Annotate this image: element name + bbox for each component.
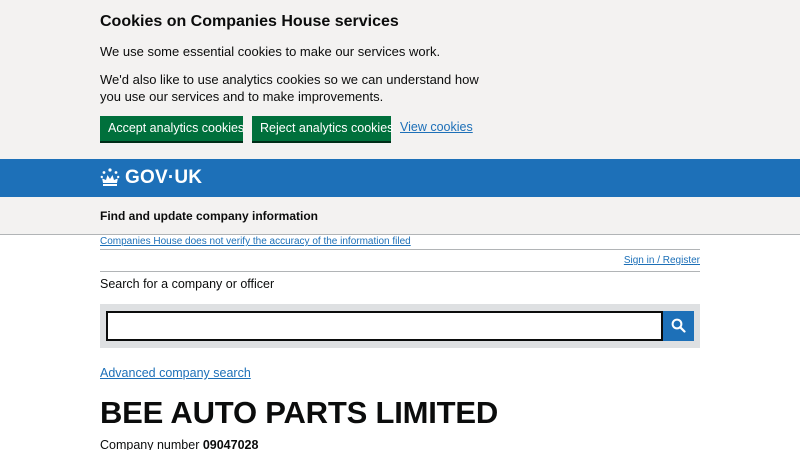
accept-analytics-cookies-button[interactable]: Accept analytics cookies	[100, 116, 244, 141]
govuk-header	[0, 159, 800, 197]
search-label: Search for a company or officer	[100, 277, 275, 291]
cookie-banner-paragraph-analytics: We'd also like to use analytics cookies …	[100, 72, 479, 104]
reject-analytics-cookies-button[interactable]: Reject analytics cookies	[252, 116, 393, 141]
govuk-logo[interactable]: GOV·UK	[125, 168, 202, 188]
accuracy-disclaimer-link[interactable]: Companies House does not verify the accu…	[100, 235, 411, 248]
company-number-value: 09047028	[202, 438, 259, 450]
view-cookies-link[interactable]: View cookies	[400, 120, 473, 134]
cookie-banner: Cookies on Companies House services We u…	[0, 0, 800, 159]
cookie-banner-paragraph-essential: We use some essential cookies to make ou…	[100, 44, 441, 59]
search-icon	[671, 318, 686, 333]
service-name-link[interactable]: Find and update company information	[100, 209, 318, 223]
company-number: Company number 09047028	[100, 438, 258, 450]
sign-in-register-link[interactable]: Sign in / Register	[624, 254, 700, 267]
advanced-company-search-link[interactable]: Advanced company search	[100, 366, 251, 381]
divider	[100, 271, 700, 272]
divider	[100, 249, 700, 250]
search-input[interactable]	[106, 311, 663, 341]
company-name-heading: BEE AUTO PARTS LIMITED	[100, 395, 499, 430]
search-button[interactable]	[663, 311, 694, 341]
cookie-banner-title: Cookies on Companies House services	[100, 13, 399, 30]
company-number-label: Company number	[100, 438, 203, 450]
crown-icon[interactable]	[100, 167, 120, 187]
